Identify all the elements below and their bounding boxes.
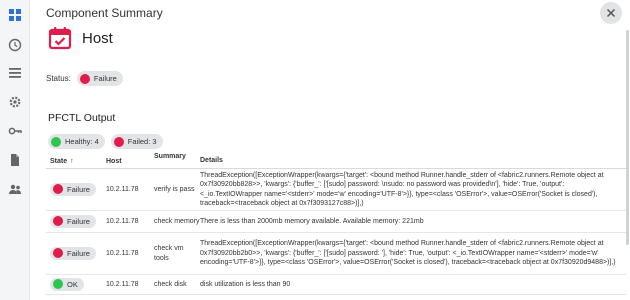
- settings-icon[interactable]: [8, 95, 22, 109]
- filter-healthy-chip[interactable]: Healthy: 4: [48, 134, 105, 149]
- document-icon[interactable]: [8, 153, 22, 167]
- failure-dot-icon: [113, 136, 124, 147]
- status-value: Failure: [93, 74, 117, 83]
- host-cell: 10.2.11.78: [106, 218, 139, 225]
- status-label: Status:: [46, 74, 71, 83]
- failure-dot-icon: [53, 184, 63, 195]
- host-name: Host: [82, 29, 113, 47]
- summary-cell: check memory: [154, 217, 200, 225]
- host-cell: 10.2.11.78: [106, 281, 139, 288]
- filter-chips: Healthy: 4 Failed: 3: [48, 134, 163, 149]
- table-row[interactable]: Failure 10.2.11.78 verify is pass Thread…: [46, 169, 630, 211]
- key-icon[interactable]: [8, 124, 22, 138]
- ok-dot-icon: [51, 136, 61, 147]
- summary-cell: verify is pass: [154, 185, 195, 193]
- ok-dot-icon: [53, 279, 63, 290]
- failure-dot-icon: [53, 248, 63, 259]
- column-header-summary[interactable]: Summary: [154, 151, 200, 162]
- dashboard-icon[interactable]: [8, 8, 22, 22]
- component-summary-panel: Component Summary Host Status: Failure P…: [30, 0, 630, 300]
- close-icon: [606, 8, 616, 18]
- table-row[interactable]: Failure 10.2.11.78 check vm tools Thread…: [46, 233, 630, 275]
- summary-cell: check vm tools: [154, 244, 184, 262]
- filter-failed-label: Failed: 3: [127, 137, 157, 146]
- failure-dot-icon: [53, 216, 63, 227]
- section-title: PFCTL Output: [48, 112, 116, 124]
- summary-cell: check disk: [154, 280, 187, 288]
- table-header: State ↑ Host Summary Details: [46, 151, 630, 169]
- sort-up-icon[interactable]: ↑: [70, 158, 74, 165]
- scrollbar-thumb[interactable]: [626, 30, 629, 245]
- clock-icon[interactable]: [8, 38, 22, 52]
- failure-dot-icon: [79, 73, 90, 84]
- panel-title: Component Summary: [46, 6, 163, 20]
- close-button[interactable]: [600, 2, 622, 24]
- filter-failed-chip[interactable]: Failed: 3: [110, 134, 163, 149]
- state-badge: Failure: [50, 182, 96, 196]
- details-cell: disk utilization is less than 90: [200, 280, 291, 288]
- table-row[interactable]: OK 10.2.11.78 check disk disk utilizatio…: [46, 275, 630, 295]
- scrollbar[interactable]: [626, 0, 630, 300]
- table-row[interactable]: Failure 10.2.11.78 check memory There is…: [46, 211, 630, 233]
- column-header-state[interactable]: State ↑: [46, 158, 106, 165]
- details-cell: There is less than 2000mb memory availab…: [200, 217, 424, 225]
- list-icon[interactable]: [8, 66, 22, 80]
- host-cell: 10.2.11.78: [106, 186, 139, 193]
- column-header-details[interactable]: Details: [200, 156, 630, 166]
- details-cell: ThreadException([ExceptionWrapper(kwargs…: [200, 240, 616, 267]
- status-badge: Failure: [76, 71, 123, 86]
- results-table: State ↑ Host Summary Details Failure 10.2…: [46, 151, 630, 295]
- host-cell: 10.2.11.78: [106, 250, 139, 257]
- calendar-check-icon: [48, 27, 72, 50]
- nav-rail: [0, 0, 30, 300]
- status-row: Status: Failure: [46, 71, 123, 86]
- column-header-host[interactable]: Host: [106, 158, 154, 165]
- state-badge: OK: [50, 277, 84, 291]
- details-cell: ThreadException([ExceptionWrapper(kwargs…: [200, 171, 604, 208]
- state-badge: Failure: [50, 246, 96, 260]
- filter-healthy-label: Healthy: 4: [65, 137, 99, 146]
- host-header: Host: [48, 26, 113, 50]
- users-icon[interactable]: [8, 182, 22, 196]
- state-badge: Failure: [50, 214, 96, 228]
